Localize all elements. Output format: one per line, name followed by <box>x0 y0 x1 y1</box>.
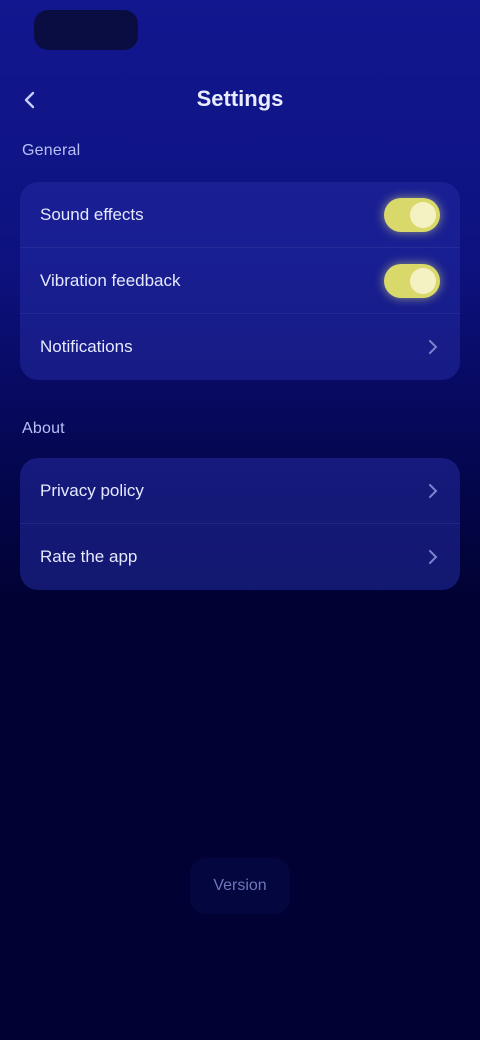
chevron-left-icon <box>24 91 35 109</box>
row-label: Vibration feedback <box>40 270 181 290</box>
chevron-right-icon <box>426 340 440 354</box>
settings-row-privacy[interactable]: Privacy policy <box>20 458 460 524</box>
settings-row-vibration[interactable]: Vibration feedback <box>20 248 460 314</box>
row-label: Rate the app <box>40 547 138 566</box>
vibration-toggle[interactable] <box>384 263 440 298</box>
settings-group-general: Sound effects Vibration feedback Notific… <box>20 182 460 380</box>
back-button[interactable] <box>12 82 48 118</box>
status-pill <box>34 10 138 50</box>
settings-row-notifications[interactable]: Notifications <box>20 314 460 380</box>
row-label: Notifications <box>40 337 133 356</box>
section-label-general: General <box>22 142 81 159</box>
footer-button[interactable]: Version <box>190 858 290 914</box>
chevron-right-icon <box>426 483 440 498</box>
section-label-about: About <box>22 420 65 437</box>
page-title: Settings <box>196 86 284 111</box>
row-label: Privacy policy <box>40 480 144 500</box>
chevron-right-icon <box>426 550 440 564</box>
settings-row-rate[interactable]: Rate the app <box>20 524 460 590</box>
settings-group-about: Privacy policy Rate the app <box>20 458 460 590</box>
row-label: Sound effects <box>40 204 144 224</box>
settings-screen: Settings General Sound effects Vibration… <box>0 0 480 1040</box>
settings-row-sound[interactable]: Sound effects <box>20 182 460 248</box>
header: Settings <box>0 72 480 128</box>
sound-toggle[interactable] <box>384 197 440 232</box>
